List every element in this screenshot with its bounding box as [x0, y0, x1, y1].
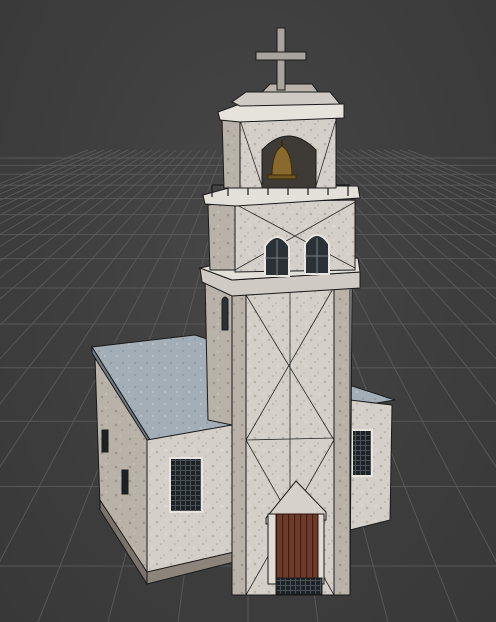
- tower-pilaster-left: [231, 292, 247, 596]
- grid-line: [0, 149, 105, 195]
- nave-window-side-1: [101, 429, 109, 453]
- grid-line: [383, 149, 496, 201]
- grid-line: [351, 149, 496, 235]
- cross-icon: [255, 27, 307, 91]
- entrance-steps: [275, 577, 323, 595]
- church-model[interactable]: [91, 27, 396, 596]
- nave-window-right: [351, 429, 373, 477]
- belfry-base-left: [207, 201, 236, 271]
- tower-side-window: [221, 296, 229, 331]
- 3d-viewport[interactable]: [0, 0, 496, 622]
- lantern-base: [260, 83, 319, 93]
- nave-window-front: [169, 457, 203, 513]
- grid-line: [391, 149, 496, 195]
- nave-window-side-2: [121, 469, 129, 495]
- belfry-left-face: [221, 117, 241, 189]
- grid-line: [375, 149, 496, 208]
- roof-cap: [231, 91, 342, 107]
- tower-pilaster-right: [333, 284, 351, 596]
- grid-line: [359, 149, 496, 225]
- entrance-door[interactable]: [275, 513, 319, 581]
- viewport-scene[interactable]: [0, 0, 496, 622]
- grid-line: [367, 149, 496, 216]
- grid-line: [0, 149, 113, 201]
